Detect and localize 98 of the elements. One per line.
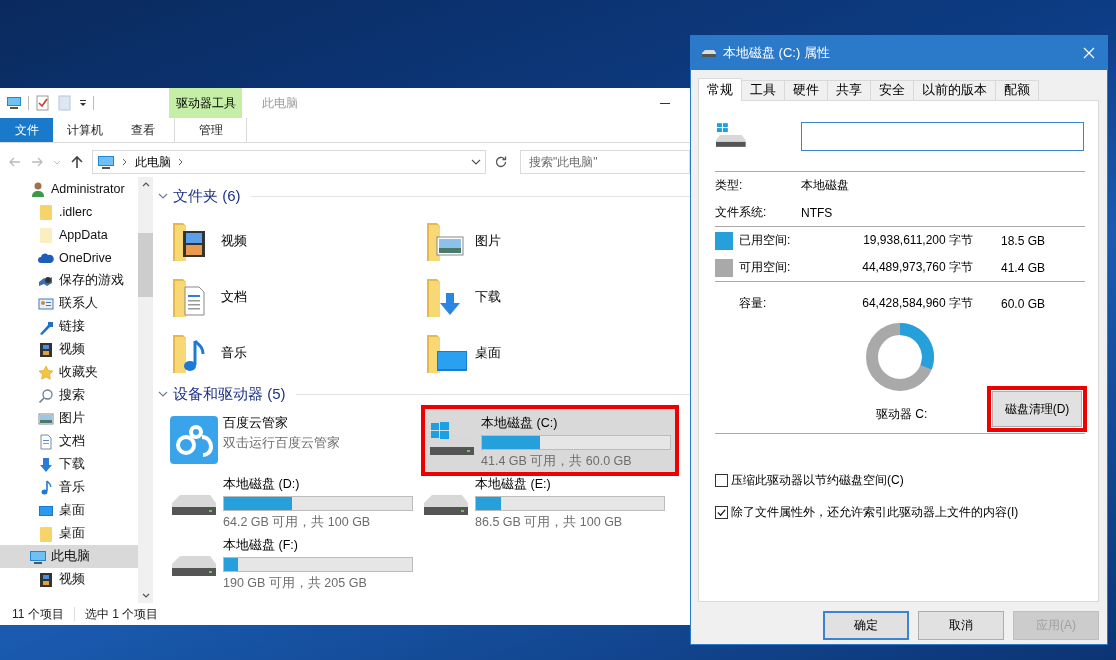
checkbox-label[interactable]: 除了文件属性外，还允许索引此驱动器上文件的内容(I) — [731, 504, 1019, 521]
folder-item[interactable]: 音乐 — [171, 325, 425, 381]
nav-item[interactable]: 此电脑 — [0, 545, 138, 568]
caret-icon[interactable] — [79, 99, 87, 107]
byte-count: 19,938,611,200 字节 — [862, 232, 973, 249]
nav-item[interactable]: 收藏夹 — [0, 361, 138, 384]
breadcrumb[interactable]: 此电脑 — [135, 153, 171, 171]
picture-icon — [38, 410, 54, 427]
nav-item[interactable]: 图片 — [0, 407, 138, 430]
nav-item[interactable]: Administrator — [0, 177, 138, 200]
size-value: 41.4 GB — [1001, 260, 1046, 275]
nav-item[interactable]: OneDrive — [0, 246, 138, 269]
refresh-icon[interactable] — [494, 155, 508, 169]
field-value: 本地磁盘 — [801, 177, 849, 194]
dialog-title: 本地磁盘 (C:) 属性 — [723, 44, 830, 62]
folder-icon — [38, 226, 54, 243]
section-title[interactable]: 设备和驱动器 (5) — [173, 384, 286, 404]
folder-item[interactable]: 下载 — [425, 269, 679, 325]
drive-item[interactable]: 百度云管家 双击运行百度云管家 — [165, 411, 417, 470]
folder-item[interactable]: 视频 — [171, 213, 425, 269]
user-icon — [30, 180, 46, 197]
folder-icon — [38, 203, 54, 220]
address-bar[interactable]: 此电脑 — [92, 150, 486, 174]
status-text: 选中 1 个项目 — [84, 605, 159, 623]
nav-item[interactable]: 视频 — [0, 568, 138, 591]
nav-item[interactable]: 搜索 — [0, 384, 138, 407]
properties-icon[interactable] — [35, 95, 51, 111]
contact-card-icon — [38, 295, 54, 312]
disk-cleanup-button[interactable]: 磁盘清理(D) — [992, 391, 1082, 427]
nav-item[interactable]: 视频 — [0, 338, 138, 361]
nav-item[interactable]: 桌面 — [0, 522, 138, 545]
byte-count: 64,428,584,960 字节 — [861, 295, 973, 312]
size-value: 18.5 GB — [1001, 233, 1046, 248]
drive-icon — [701, 48, 717, 58]
film-icon — [38, 341, 54, 358]
chevron-right-icon[interactable] — [177, 157, 185, 167]
up-arrow-icon[interactable] — [70, 155, 84, 169]
field-label: 可用空间: — [739, 259, 792, 276]
field-label: 类型: — [715, 177, 744, 194]
system-drive-icon — [715, 123, 747, 149]
field-value: NTFS — [801, 205, 833, 220]
ribbon-tab[interactable]: 管理 — [174, 118, 247, 142]
dialog-button[interactable]: 确定 — [823, 611, 909, 640]
folder-icon — [38, 525, 54, 542]
dialog-button[interactable]: 取消 — [918, 611, 1004, 640]
nav-item[interactable]: 下载 — [0, 453, 138, 476]
drive-item[interactable]: 本地磁盘 (F:) 190 GB 可用，共 205 GB — [165, 533, 417, 592]
dialog-tab[interactable]: 常规 — [698, 78, 742, 101]
checkbox[interactable] — [715, 474, 728, 487]
scrollbar-thumb[interactable] — [138, 233, 153, 297]
folder-item[interactable]: 文档 — [171, 269, 425, 325]
checkbox[interactable] — [715, 506, 728, 519]
nav-item[interactable]: 链接 — [0, 315, 138, 338]
nav-item[interactable]: 文档 — [0, 430, 138, 453]
hard-drive-icon — [423, 494, 469, 516]
usage-donut — [864, 321, 936, 393]
field-label: 文件系统: — [715, 204, 768, 221]
field-label: 已用空间: — [739, 232, 792, 249]
document-icon — [38, 433, 54, 450]
chevron-down-icon[interactable] — [157, 389, 169, 399]
scrollbar[interactable] — [138, 177, 153, 603]
checkbox-label[interactable]: 压缩此驱动器以节约磁盘空间(C) — [731, 472, 904, 489]
nav-item[interactable]: 桌面 — [0, 499, 138, 522]
search-field[interactable]: 搜索"此电脑" — [520, 150, 690, 174]
star-icon — [38, 364, 54, 381]
chevron-down-icon[interactable] — [157, 191, 169, 201]
cloud-app-icon — [169, 415, 219, 465]
nav-item[interactable]: AppData — [0, 223, 138, 246]
search-icon — [38, 387, 54, 404]
context-tab-group: 驱动器工具 — [169, 88, 242, 118]
window-title: 此电脑 — [262, 94, 298, 112]
drive-item[interactable]: 本地磁盘 (C:) 41.4 GB 可用，共 60.0 GB — [421, 405, 679, 476]
folder-item[interactable]: 图片 — [425, 213, 679, 269]
nav-item[interactable]: 联系人 — [0, 292, 138, 315]
status-text: 11 个项目 — [12, 605, 64, 623]
byte-count: 44,489,973,760 字节 — [861, 259, 973, 276]
dialog-tab[interactable]: 配额 — [995, 80, 1039, 100]
computer-icon — [97, 154, 115, 170]
drive-item[interactable]: 本地磁盘 (D:) 64.2 GB 可用，共 100 GB — [165, 472, 417, 531]
hard-drive-icon — [171, 494, 217, 516]
field-label: 容量: — [739, 295, 768, 312]
film-icon — [38, 571, 54, 588]
section-title[interactable]: 文件夹 (6) — [173, 186, 241, 206]
chevron-down-icon[interactable] — [471, 157, 481, 167]
nav-item[interactable]: 音乐 — [0, 476, 138, 499]
download-icon — [38, 456, 54, 473]
nav-item[interactable]: 保存的游戏 — [0, 269, 138, 292]
ribbon-tab[interactable]: 文件 — [0, 118, 53, 142]
drive-label: 驱动器 C: — [876, 405, 928, 423]
nav-item[interactable]: .idlerc — [0, 200, 138, 223]
computer-icon[interactable] — [6, 95, 22, 111]
size-value: 60.0 GB — [1001, 296, 1046, 311]
folder-item[interactable]: 桌面 — [425, 325, 679, 381]
computer-icon — [30, 548, 46, 565]
hard-drive-icon — [171, 555, 217, 577]
chevron-right-icon — [121, 157, 129, 167]
drive-name-field[interactable] — [800, 121, 1084, 151]
close-icon[interactable] — [1083, 47, 1095, 59]
